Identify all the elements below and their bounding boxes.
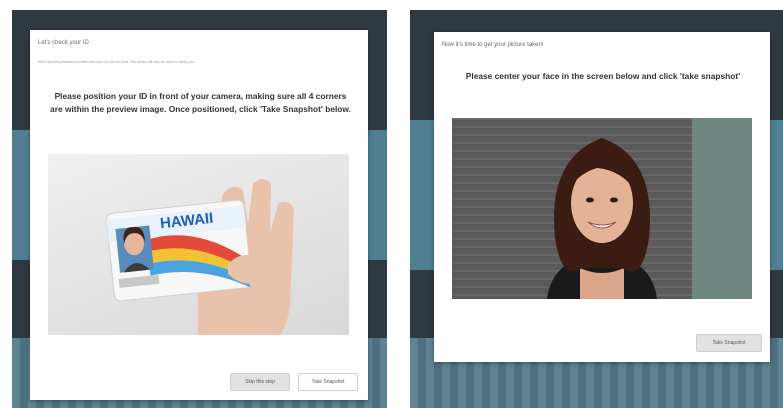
face-capture-modal: Now it's time to get your picture taken!… [434,32,770,362]
id-capture-screenshot: Let's check your ID We'll use the previe… [12,10,387,408]
id-card-photo: HAWAII [105,179,294,335]
take-snapshot-button[interactable]: Take Snapshot [696,334,762,352]
modal-title: Now it's time to get your picture taken! [442,42,544,48]
skip-button[interactable]: Skip this step [230,373,290,391]
face-capture-screenshot: Now it's time to get your picture taken!… [410,10,783,408]
modal-title: Let's check your ID [38,40,89,46]
take-snapshot-button[interactable]: Take Snapshot [298,373,358,391]
camera-preview: HAWAII [48,154,349,335]
face-instructions: Please center your face in the screen be… [465,71,741,81]
face-photo [452,118,752,299]
modal-note: We'll use the preview to confirm that yo… [38,60,195,64]
id-instructions: Please position your ID in front of your… [50,91,351,114]
camera-preview [452,118,752,299]
id-capture-modal: Let's check your ID We'll use the previe… [30,30,368,400]
